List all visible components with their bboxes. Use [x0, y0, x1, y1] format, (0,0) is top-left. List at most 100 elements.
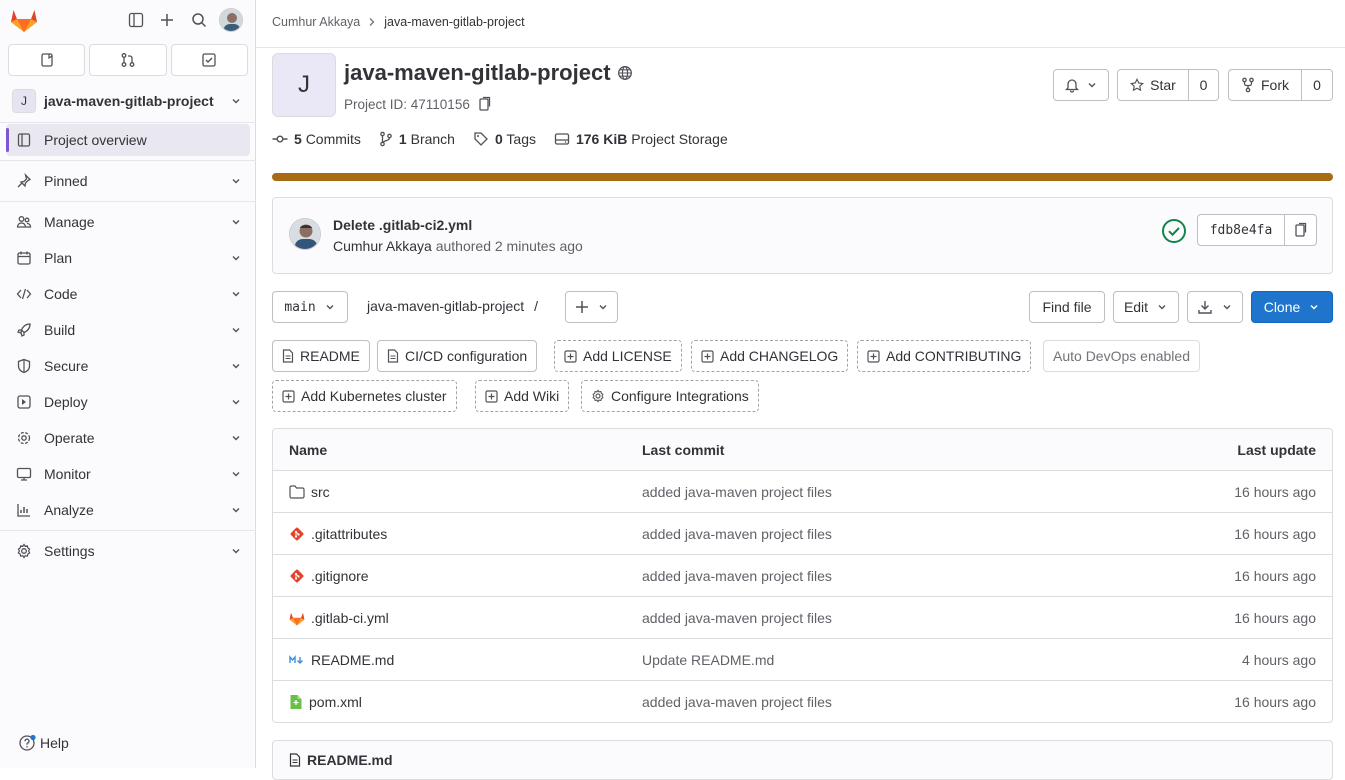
- readme-button[interactable]: README: [272, 340, 370, 372]
- sidebar-item-pinned[interactable]: Pinned: [6, 165, 250, 197]
- gitlab-logo-icon[interactable]: [10, 7, 38, 33]
- sidebar-item-operate[interactable]: Operate: [6, 422, 250, 454]
- settings-icon: [16, 543, 32, 559]
- fork-button[interactable]: Fork: [1229, 70, 1301, 100]
- file-name[interactable]: .gitlab-ci.yml: [311, 610, 389, 626]
- auto-devops-button[interactable]: Auto DevOps enabled: [1043, 340, 1200, 372]
- configure-integrations-button[interactable]: Configure Integrations: [581, 380, 759, 412]
- file-name[interactable]: .gitignore: [311, 568, 369, 584]
- file-last-commit[interactable]: Update README.md: [642, 652, 774, 668]
- add-license-button[interactable]: Add LICENSE: [554, 340, 682, 372]
- add-wiki-button[interactable]: Add Wiki: [475, 380, 570, 412]
- star-count[interactable]: 0: [1188, 70, 1218, 100]
- sidebar-item-build[interactable]: Build: [6, 314, 250, 346]
- sidebar-item-monitor[interactable]: Monitor: [6, 458, 250, 490]
- table-row[interactable]: .gitlab-ci.yml added java-maven project …: [273, 597, 1332, 639]
- sidebar-item-analyze[interactable]: Analyze: [6, 494, 250, 526]
- sidebar-project-switcher[interactable]: J java-maven-gitlab-project: [6, 84, 250, 118]
- file-name[interactable]: README.md: [311, 652, 394, 668]
- search-icon[interactable]: [187, 8, 211, 32]
- fork-count[interactable]: 0: [1301, 70, 1332, 100]
- sidebar-item-deploy[interactable]: Deploy: [6, 386, 250, 418]
- bell-icon: [1064, 77, 1080, 93]
- breadcrumb-project[interactable]: java-maven-gitlab-project: [384, 15, 524, 29]
- commit-title[interactable]: Delete .gitlab-ci2.yml: [333, 217, 472, 233]
- sidebar-item-manage[interactable]: Manage: [6, 206, 250, 238]
- sidebar-item-plan[interactable]: Plan: [6, 242, 250, 274]
- header-name: Name: [289, 442, 328, 458]
- tags-stat[interactable]: 0 Tags: [473, 131, 536, 147]
- project-stats: 5 Commits 1 Branch 0 Tags 176 KiB Projec…: [272, 131, 728, 147]
- commits-stat[interactable]: 5 Commits: [272, 131, 361, 147]
- todos-shortcut-button[interactable]: [170, 44, 248, 76]
- table-row[interactable]: pom.xml added java-maven project files 1…: [273, 681, 1332, 722]
- sidebar-item-label: Settings: [44, 543, 95, 559]
- clone-dropdown[interactable]: Clone: [1251, 291, 1333, 323]
- file-name[interactable]: src: [311, 484, 330, 500]
- issues-shortcut-button[interactable]: [8, 44, 86, 76]
- file-last-commit[interactable]: added java-maven project files: [642, 610, 832, 626]
- download-dropdown[interactable]: [1187, 291, 1243, 323]
- sidebar-item-secure[interactable]: Secure: [6, 350, 250, 382]
- add-contributing-button[interactable]: Add CONTRIBUTING: [857, 340, 1032, 372]
- download-icon: [1197, 299, 1213, 315]
- file-last-commit[interactable]: added java-maven project files: [642, 694, 832, 710]
- commit-author-avatar[interactable]: [289, 218, 321, 250]
- path-project[interactable]: java-maven-gitlab-project: [367, 298, 524, 314]
- file-name[interactable]: pom.xml: [309, 694, 362, 710]
- star-button[interactable]: Star: [1118, 70, 1188, 100]
- file-last-update: 16 hours ago: [1234, 484, 1316, 500]
- table-row[interactable]: .gitignore added java-maven project file…: [273, 555, 1332, 597]
- sidebar-item-code[interactable]: Code: [6, 278, 250, 310]
- pipeline-passed-icon[interactable]: [1161, 218, 1187, 244]
- commit-sha[interactable]: fdb8e4fa: [1198, 215, 1284, 245]
- find-file-button[interactable]: Find file: [1029, 291, 1105, 323]
- add-kubernetes-cluster-button[interactable]: Add Kubernetes cluster: [272, 380, 457, 412]
- fork-label: Fork: [1261, 77, 1289, 93]
- sidebar-toggle-icon[interactable]: [124, 8, 148, 32]
- copy-sha-button[interactable]: [1284, 215, 1316, 245]
- file-last-commit[interactable]: added java-maven project files: [642, 484, 832, 500]
- notifications-dropdown[interactable]: [1053, 69, 1109, 101]
- tags-count: 0: [494, 131, 503, 147]
- add-changelog-button[interactable]: Add CHANGELOG: [691, 340, 849, 372]
- sidebar-divider: [0, 160, 256, 161]
- table-row[interactable]: src added java-maven project files 16 ho…: [273, 471, 1332, 513]
- branch-stat[interactable]: 1 Branch: [379, 131, 455, 147]
- branch-selector[interactable]: main: [272, 291, 348, 323]
- edit-dropdown[interactable]: Edit: [1113, 291, 1179, 323]
- top-bar: Cumhur Akkaya java-maven-gitlab-project: [256, 0, 1345, 48]
- commit-author[interactable]: Cumhur Akkaya: [333, 238, 432, 254]
- sidebar-item-settings[interactable]: Settings: [6, 535, 250, 567]
- commit-meta: Cumhur Akkaya authored 2 minutes ago: [333, 238, 583, 254]
- chart-icon: [16, 502, 32, 518]
- merge-requests-shortcut-button[interactable]: [89, 44, 167, 76]
- project-icon: [16, 132, 32, 148]
- copy-icon[interactable]: [478, 96, 492, 112]
- chevron-down-icon: [230, 175, 242, 187]
- cicd-configuration-button[interactable]: CI/CD configuration: [377, 340, 538, 372]
- help-button[interactable]: Help: [18, 734, 69, 752]
- add-to-tree-dropdown[interactable]: [565, 291, 618, 323]
- chevron-down-icon: [324, 301, 336, 313]
- file-last-update: 16 hours ago: [1234, 526, 1316, 542]
- user-avatar[interactable]: [219, 8, 243, 32]
- file-last-commit[interactable]: added java-maven project files: [642, 568, 832, 584]
- repository-languages-bar[interactable]: [272, 173, 1333, 181]
- plus-icon[interactable]: [155, 8, 179, 32]
- file-name[interactable]: .gitattributes: [311, 526, 387, 542]
- commits-count: 5: [294, 131, 302, 147]
- chevron-down-icon: [1308, 301, 1320, 313]
- file-last-update: 16 hours ago: [1234, 610, 1316, 626]
- readme-title[interactable]: README.md: [307, 752, 393, 768]
- file-last-commit[interactable]: added java-maven project files: [642, 526, 832, 542]
- table-row[interactable]: README.md Update README.md 4 hours ago: [273, 639, 1332, 681]
- storage-stat[interactable]: 176 KiB Project Storage: [554, 131, 728, 147]
- table-row[interactable]: .gitattributes added java-maven project …: [273, 513, 1332, 555]
- star-button-group: Star 0: [1117, 69, 1219, 101]
- fork-icon: [1241, 77, 1255, 93]
- breadcrumb-owner[interactable]: Cumhur Akkaya: [272, 15, 360, 29]
- sidebar-item-project-overview[interactable]: Project overview: [6, 124, 250, 156]
- monitor-icon: [16, 466, 32, 482]
- commit-authored-time: authored 2 minutes ago: [435, 238, 583, 254]
